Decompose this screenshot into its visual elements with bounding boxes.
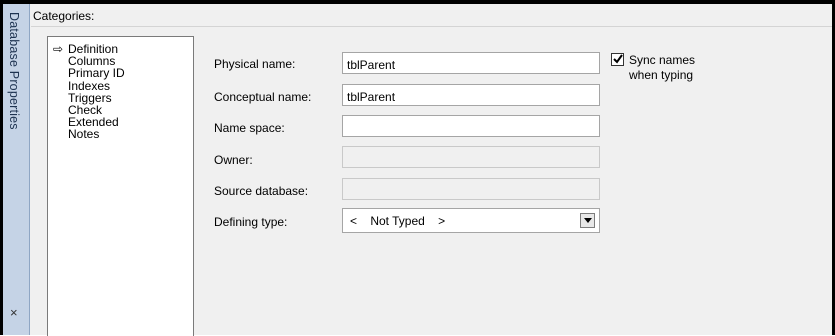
category-item-primary-id[interactable]: Primary ID xyxy=(53,67,125,79)
category-label: Notes xyxy=(68,127,100,141)
categories-list: ⇨ Definition Columns Primary ID Indexes T… xyxy=(47,36,194,336)
categories-label: Categories: xyxy=(33,9,95,23)
side-panel-title: Database Properties xyxy=(7,12,21,130)
defining-type-value: < Not Typed > xyxy=(350,214,446,228)
sync-names-label-line1: Sync names xyxy=(629,53,696,67)
sync-names-label: Sync names when typing xyxy=(629,53,695,83)
sync-names-checkbox[interactable] xyxy=(611,53,624,66)
physical-name-field[interactable] xyxy=(342,52,600,74)
chevron-down-icon xyxy=(584,218,592,223)
name-space-label: Name space: xyxy=(214,121,285,135)
source-database-label: Source database: xyxy=(214,184,309,198)
defining-type-select[interactable]: < Not Typed > xyxy=(342,208,600,233)
physical-name-label: Physical name: xyxy=(214,57,296,71)
close-icon[interactable]: × xyxy=(10,306,18,320)
checkmark-icon xyxy=(613,54,623,64)
dropdown-button[interactable] xyxy=(580,213,595,228)
owner-field xyxy=(342,146,600,168)
conceptual-name-field[interactable] xyxy=(342,84,600,106)
category-label: Primary ID xyxy=(68,66,125,80)
owner-label: Owner: xyxy=(214,153,253,167)
source-database-field xyxy=(342,178,600,200)
defining-type-label: Defining type: xyxy=(214,215,288,229)
selected-arrow-icon: ⇨ xyxy=(53,42,64,56)
categories-header: Categories: xyxy=(31,6,832,27)
category-item-notes[interactable]: Notes xyxy=(53,128,99,140)
sync-names-label-line2: when typing xyxy=(629,68,694,82)
conceptual-name-label: Conceptual name: xyxy=(214,90,312,104)
side-panel-tab[interactable]: Database Properties × xyxy=(3,4,30,335)
name-space-field[interactable] xyxy=(342,115,600,137)
